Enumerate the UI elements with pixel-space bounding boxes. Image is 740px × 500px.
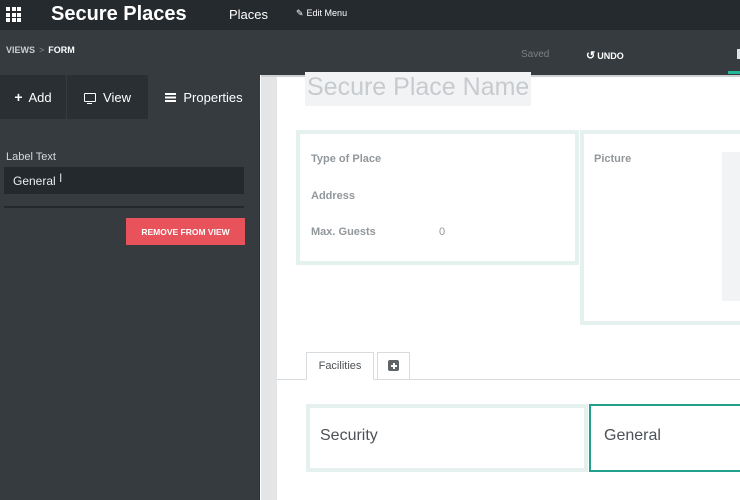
undo-icon: ↺ (586, 50, 596, 62)
studio-sidebar: + Add View Properties Label Text I REMOVE… (0, 75, 260, 500)
notebook-tab-facilities[interactable]: Facilities (306, 352, 374, 380)
picture-placeholder[interactable] (722, 152, 740, 301)
field-label-max-guests[interactable]: Max. Guests (311, 226, 376, 238)
toolbar-tab-partial[interactable] (728, 30, 740, 75)
sidebar-divider (4, 206, 244, 208)
form-gutter (261, 75, 277, 500)
undo-label: UNDO (597, 51, 624, 61)
edit-menu-link[interactable]: ✎ Edit Menu (296, 8, 347, 19)
saved-status: Saved (521, 49, 550, 60)
tab-add[interactable]: + Add (0, 75, 66, 119)
record-title-field[interactable]: Secure Place Name (305, 72, 532, 106)
field-label-address[interactable]: Address (311, 190, 355, 202)
apps-grid-icon[interactable] (6, 7, 21, 22)
menu-places[interactable]: Places (229, 7, 268, 22)
breadcrumb-views[interactable]: VIEWS (6, 45, 35, 55)
tab-properties-label: Properties (183, 89, 243, 105)
tab-properties[interactable]: Properties (148, 75, 260, 119)
tab-group-general[interactable]: General (589, 404, 740, 472)
pencil-icon: ✎ (296, 8, 304, 18)
list-icon (165, 92, 177, 102)
breadcrumb-separator: > (39, 45, 45, 55)
remove-from-view-button[interactable]: REMOVE FROM VIEW (126, 218, 245, 245)
plus-square-icon (388, 360, 399, 371)
tab-view[interactable]: View (66, 75, 148, 119)
tab-group-security[interactable]: Security (306, 404, 588, 472)
field-value-max-guests[interactable]: 0 (439, 226, 445, 238)
plus-icon: + (14, 89, 23, 105)
undo-button[interactable]: ↺ UNDO (586, 49, 624, 62)
field-label-type-of-place[interactable]: Type of Place (311, 153, 381, 165)
sidebar-tabs: + Add View Properties (0, 75, 260, 119)
monitor-icon (84, 92, 97, 104)
studio-toolbar: VIEWS > FORM Saved ↺ UNDO (0, 30, 740, 75)
tab-add-label: Add (28, 89, 52, 105)
label-text-input[interactable] (4, 167, 244, 194)
text-cursor-icon: I (59, 171, 63, 185)
notebook-add-tab-button[interactable] (377, 352, 410, 379)
top-navbar: Secure Places Places ✎ Edit Menu (0, 0, 740, 30)
app-title[interactable]: Secure Places (51, 3, 187, 26)
edit-menu-label: Edit Menu (306, 8, 348, 18)
breadcrumb: VIEWS > FORM (6, 45, 75, 55)
field-label-picture[interactable]: Picture (594, 153, 631, 165)
breadcrumb-form: FORM (48, 45, 75, 55)
tab-view-label: View (103, 89, 131, 105)
label-text-caption: Label Text (6, 151, 56, 163)
